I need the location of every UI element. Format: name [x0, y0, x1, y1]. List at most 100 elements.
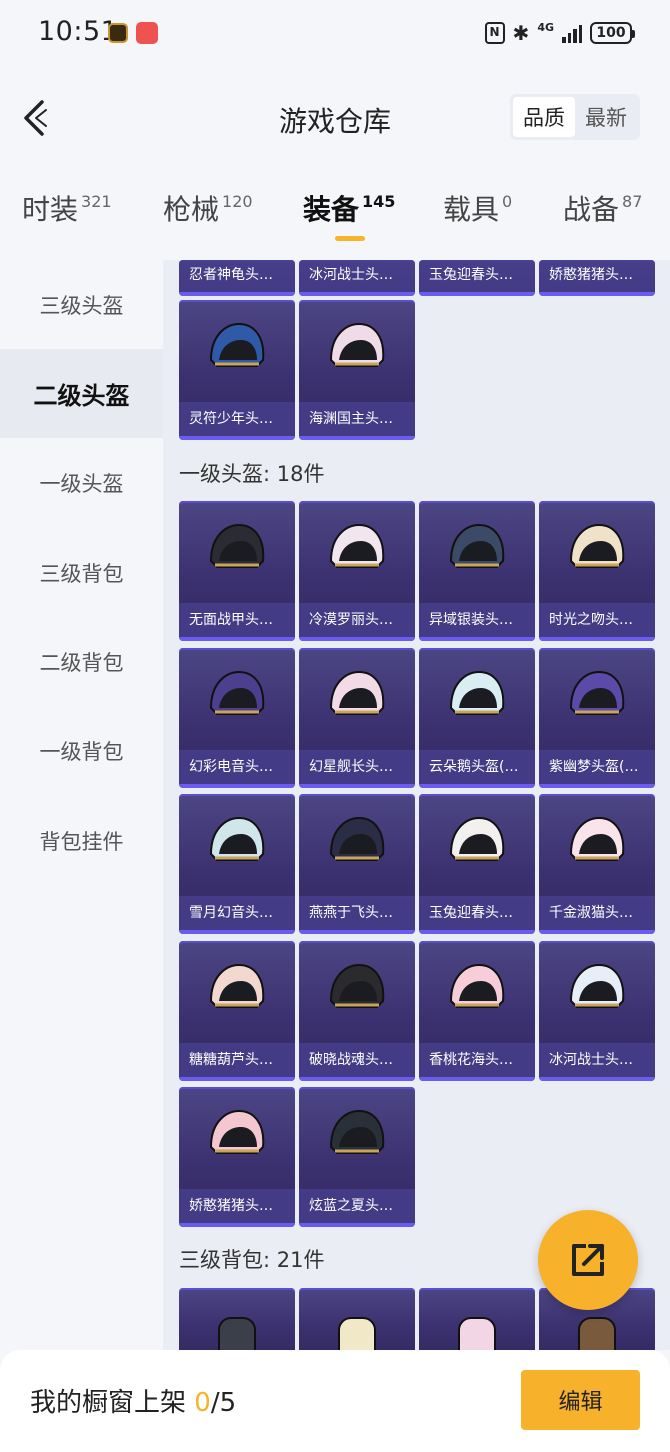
item-card[interactable]: 香桃花海头… — [419, 940, 535, 1081]
section-title-level3-bag: 三级背包: 21件 — [179, 1248, 325, 1272]
helmet-icon — [209, 816, 265, 861]
sidebar-item-level3-helmet[interactable]: 三级头盔 — [0, 260, 163, 349]
tab-count: 321 — [81, 192, 112, 211]
item-name: 无面战甲头… — [179, 603, 295, 637]
sort-quality-option[interactable]: 品质 — [513, 97, 575, 137]
helmet-icon — [449, 816, 505, 861]
bag-card-partial[interactable] — [179, 1288, 295, 1350]
backpack-icon — [338, 1317, 376, 1350]
network-type: 4G — [537, 20, 554, 34]
item-name: 忍者神龟头… — [179, 260, 295, 292]
item-name: 冷漠罗丽头… — [299, 603, 415, 637]
showcase-status: 我的橱窗上架 0/5 — [30, 1382, 236, 1419]
tab-label: 时装 — [22, 193, 79, 226]
tab-fashion[interactable]: 时装 321 — [22, 188, 112, 248]
helmet-icon — [569, 523, 625, 568]
item-card[interactable]: 幻彩电音头… — [179, 647, 295, 788]
tab-firearms[interactable]: 枪械 120 — [163, 188, 253, 248]
sidebar-item-bag-pendant[interactable]: 背包挂件 — [0, 796, 163, 885]
tab-label: 战备 — [563, 193, 620, 226]
item-name: 灵符少年头… — [179, 402, 295, 436]
item-name: 香桃花海头… — [419, 1042, 535, 1077]
tab-count: 120 — [222, 192, 253, 211]
item-card[interactable]: 云朵鹅头盔(… — [419, 647, 535, 788]
helmet-icon — [209, 523, 265, 568]
sidebar-item-level2-bag[interactable]: 二级背包 — [0, 617, 163, 706]
tab-supplies[interactable]: 战备 87 — [563, 188, 642, 248]
sort-toggle: 品质 最新 — [510, 94, 640, 140]
tab-label: 枪械 — [163, 193, 220, 226]
item-card[interactable]: 海渊国主头… — [299, 300, 415, 440]
item-card[interactable]: 千金淑猫头… — [539, 794, 655, 934]
helmet-icon — [329, 963, 385, 1008]
sidebar-item-level1-helmet[interactable]: 一级头盔 — [0, 438, 163, 527]
item-card-partial[interactable]: 冰河战士头… — [299, 260, 415, 296]
item-card[interactable]: 异域银装头… — [419, 501, 535, 641]
item-name: 异域银装头… — [419, 603, 535, 637]
item-card[interactable]: 玉兔迎春头… — [419, 794, 535, 934]
helmet-icon — [449, 963, 505, 1008]
item-name: 冰河战士头… — [299, 260, 415, 292]
status-bar: 10:51 N ✱ 4G 100 — [0, 0, 670, 66]
item-name: 玉兔迎春头… — [419, 260, 535, 292]
item-card[interactable]: 糖糖葫芦头… — [179, 940, 295, 1081]
tab-vehicles[interactable]: 载具 0 — [443, 188, 512, 248]
helmet-icon — [329, 816, 385, 861]
category-tabs: 时装 321 枪械 120 装备 145 载具 0 战备 87 — [0, 188, 670, 250]
item-card-partial[interactable]: 娇憨猪猪头… — [539, 260, 655, 296]
sidebar: 三级头盔 二级头盔 一级头盔 三级背包 二级背包 一级背包 背包挂件 — [0, 260, 163, 1350]
item-name: 幻彩电音头… — [179, 749, 295, 784]
battery-icon: 100 — [590, 22, 635, 44]
showcase-label: 我的橱窗上架 — [30, 1388, 187, 1418]
item-card[interactable]: 破晓战魂头… — [299, 940, 415, 1081]
item-card[interactable]: 炫蓝之夏头… — [299, 1087, 415, 1227]
showcase-current-count: 0 — [194, 1388, 211, 1418]
backpack-icon — [578, 1317, 616, 1350]
item-card[interactable]: 燕燕于飞头… — [299, 794, 415, 934]
item-card[interactable]: 时光之吻头… — [539, 501, 655, 641]
item-card[interactable]: 冰河战士头… — [539, 940, 655, 1081]
edit-button[interactable]: 编辑 — [521, 1370, 640, 1430]
item-card[interactable]: 雪月幻音头… — [179, 794, 295, 934]
item-name: 雪月幻音头… — [179, 896, 295, 930]
item-card[interactable]: 灵符少年头… — [179, 300, 295, 440]
sidebar-item-level1-bag[interactable]: 一级背包 — [0, 706, 163, 795]
status-icons: N ✱ 4G 100 — [484, 19, 635, 47]
section-title-level1-helmet: 一级头盔: 18件 — [179, 462, 325, 486]
helmet-icon — [209, 1109, 265, 1154]
bag-card-partial[interactable] — [299, 1288, 415, 1350]
sort-latest-option[interactable]: 最新 — [575, 97, 637, 137]
helmet-icon — [329, 523, 385, 568]
item-name: 糖糖葫芦头… — [179, 1042, 295, 1077]
item-name: 幻星舰长头… — [299, 749, 415, 784]
item-card[interactable]: 幻星舰长头… — [299, 647, 415, 788]
bag-card-partial[interactable] — [419, 1288, 535, 1350]
item-name: 炫蓝之夏头… — [299, 1189, 415, 1223]
item-name: 紫幽梦头盔(… — [539, 749, 655, 784]
item-name: 云朵鹅头盔(… — [419, 749, 535, 784]
sidebar-item-level2-helmet[interactable]: 二级头盔 — [0, 349, 163, 438]
helmet-icon — [209, 670, 265, 715]
helmet-icon — [569, 670, 625, 715]
bubble-app-icon — [136, 22, 158, 44]
item-name: 海渊国主头… — [299, 402, 415, 436]
sidebar-item-level3-bag[interactable]: 三级背包 — [0, 528, 163, 617]
helmet-icon — [209, 322, 265, 367]
item-card[interactable]: 紫幽梦头盔(… — [539, 647, 655, 788]
item-card-partial[interactable]: 忍者神龟头… — [179, 260, 295, 296]
helmet-icon — [449, 670, 505, 715]
screen: 10:51 N ✱ 4G 100 游戏仓库 品质 最新 时装 321 枪械 12… — [0, 0, 670, 1452]
tab-count: 0 — [502, 192, 513, 211]
item-card-partial[interactable]: 玉兔迎春头… — [419, 260, 535, 296]
item-card[interactable]: 无面战甲头… — [179, 501, 295, 641]
tab-count: 145 — [362, 192, 396, 211]
game-app-icon — [108, 23, 128, 43]
item-name: 娇憨猪猪头… — [539, 260, 655, 292]
helmet-icon — [329, 322, 385, 367]
item-card[interactable]: 娇憨猪猪头… — [179, 1087, 295, 1227]
bottom-bar: 我的橱窗上架 0/5 编辑 — [0, 1350, 670, 1452]
item-card[interactable]: 冷漠罗丽头… — [299, 501, 415, 641]
nfc-icon: N — [484, 22, 505, 44]
share-button[interactable] — [538, 1210, 638, 1310]
signal-icon — [562, 23, 582, 43]
